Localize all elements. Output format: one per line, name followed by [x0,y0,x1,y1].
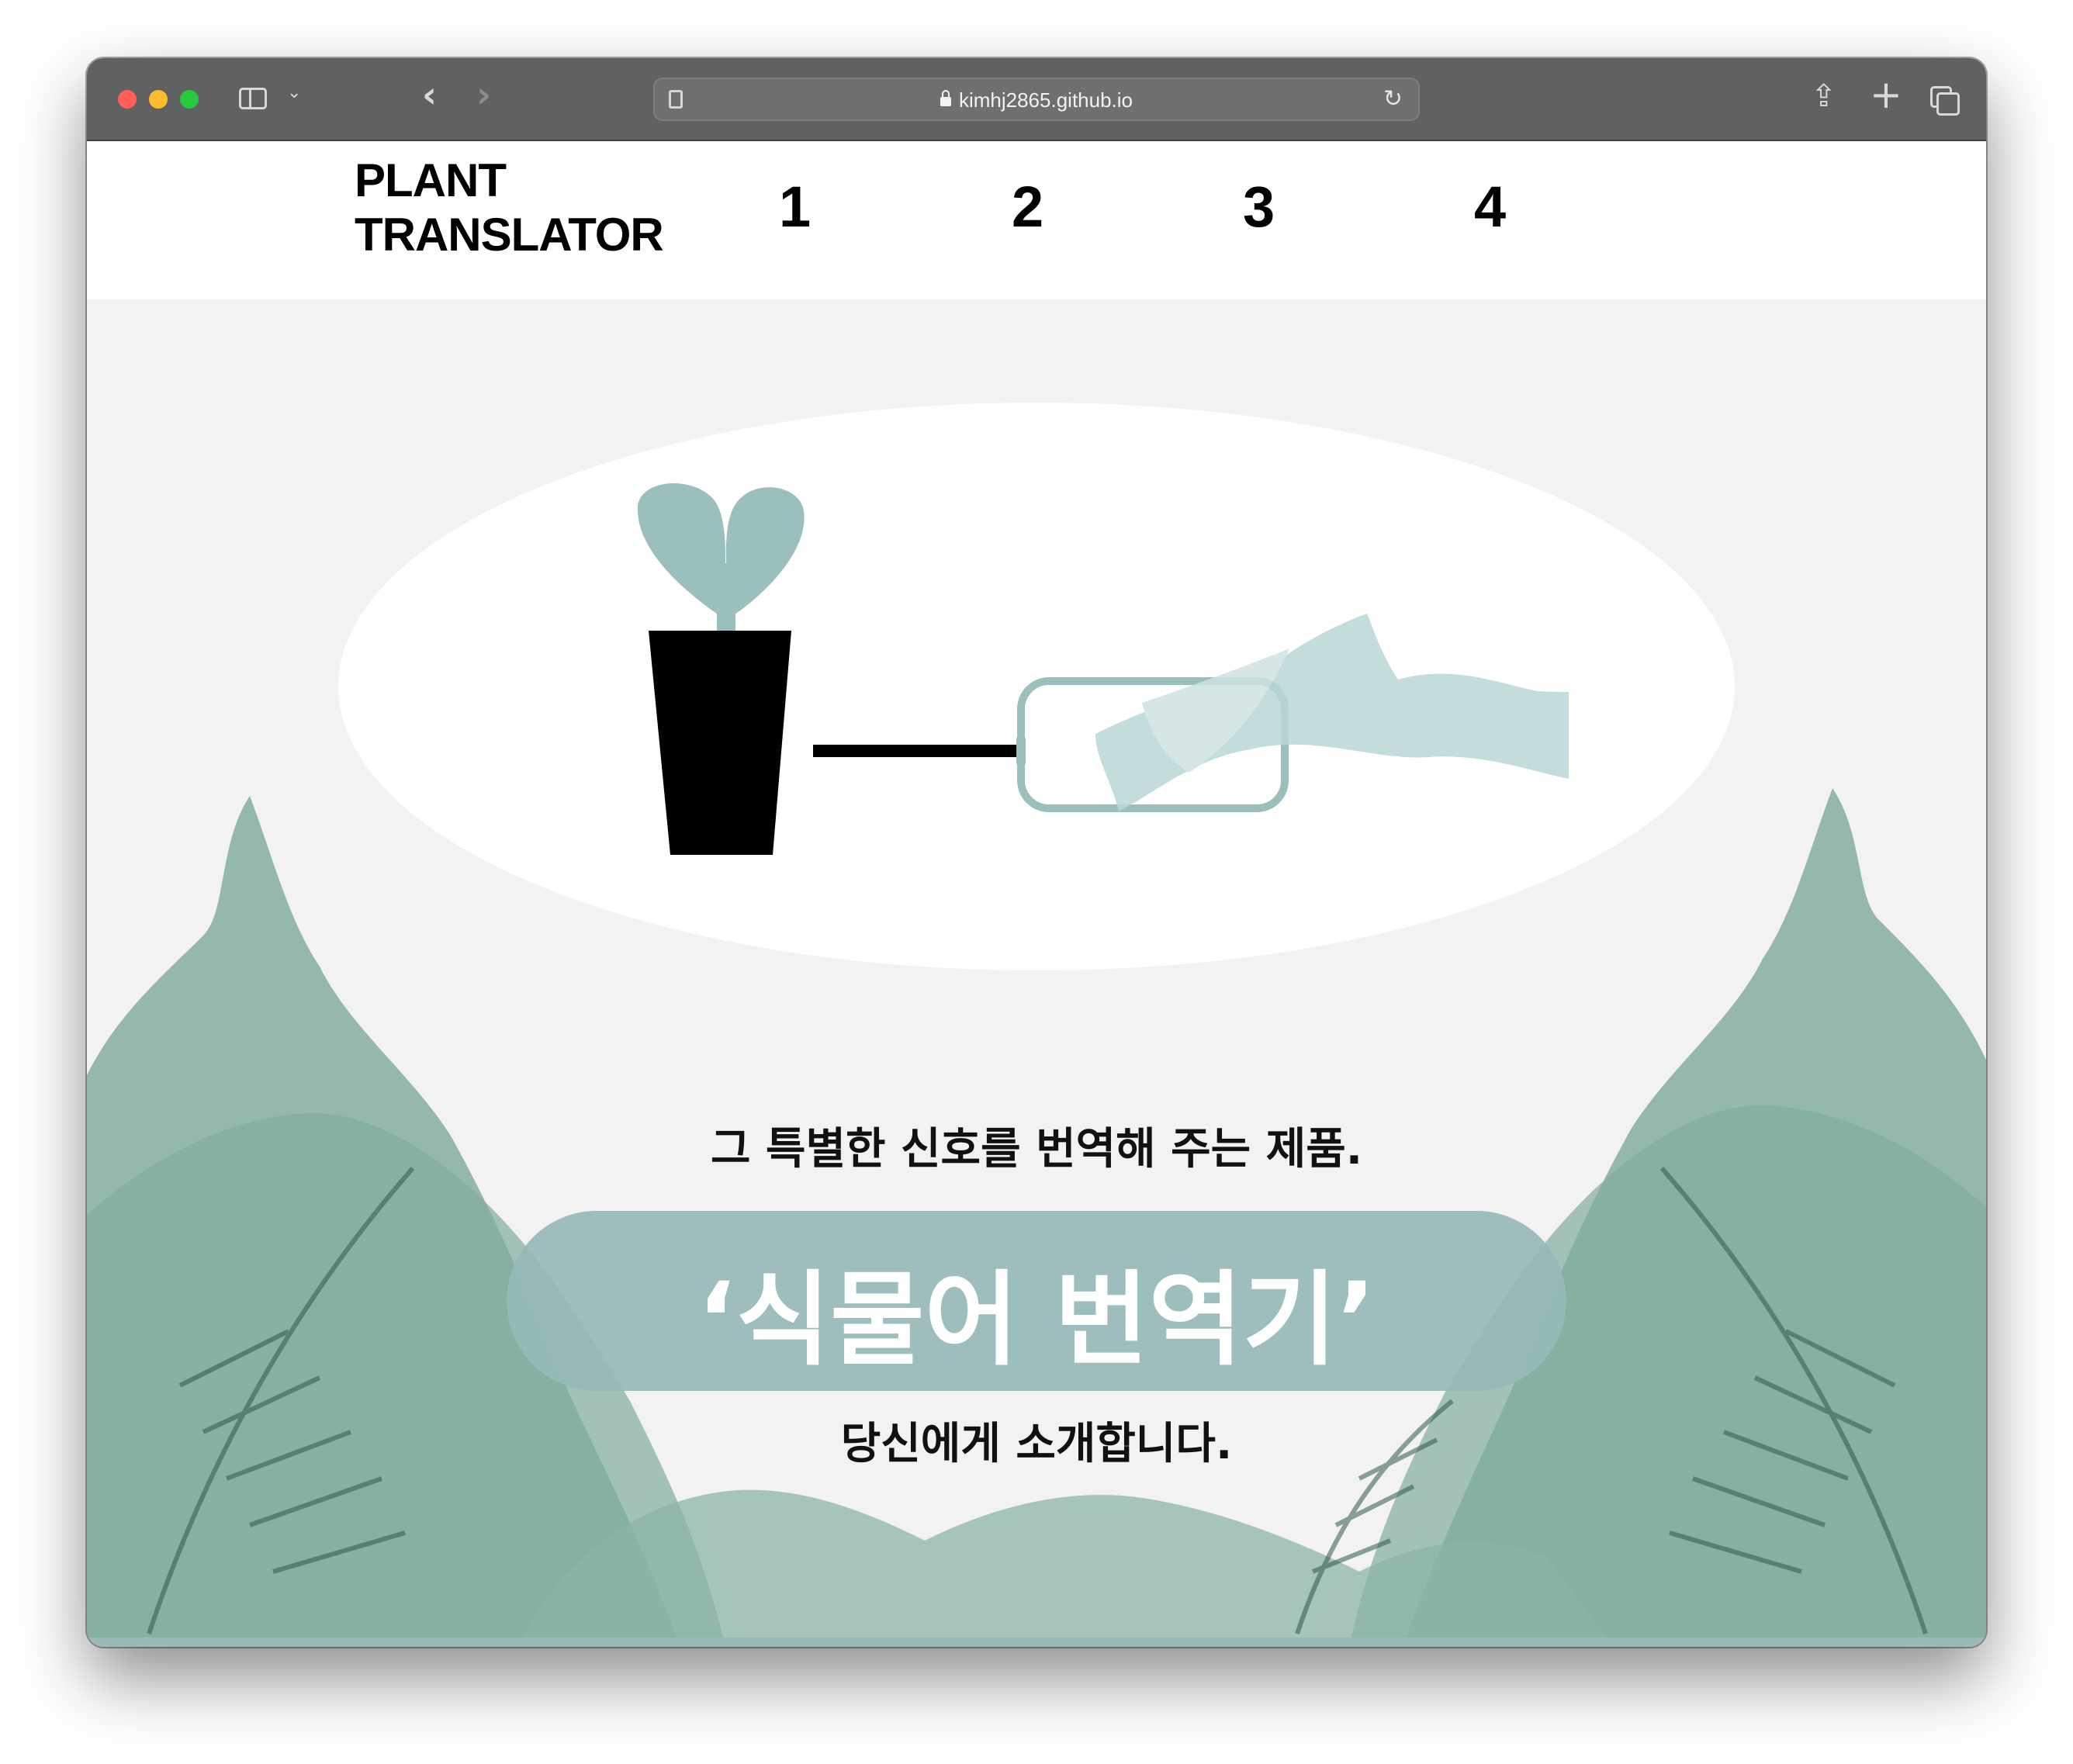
browser-window: ⌄ ‹ › kimhj2865.github.io ↻ ⇪ + PLANT TR… [87,58,1986,1647]
hero-intro: 당신에게 소개합니다. [840,1419,1233,1469]
site-logo[interactable]: PLANT TRANSLATOR [355,154,664,262]
reload-icon[interactable]: ↻ [1383,85,1403,112]
browser-titlebar: ⌄ ‹ › kimhj2865.github.io ↻ ⇪ + [87,58,1986,141]
sidebar-icon[interactable] [239,88,267,109]
nav-item-3[interactable]: 3 [1243,174,1275,240]
close-window-button[interactable] [118,90,137,109]
product-name: ‘식물어 번역기’ [697,1261,1376,1380]
url-text: kimhj2865.github.io [958,88,1133,112]
nav-item-2[interactable]: 2 [1012,174,1043,240]
tabs-icon[interactable] [1930,86,1960,116]
site-header: PLANT TRANSLATOR 1 2 3 4 [87,141,1986,299]
zoom-window-button[interactable] [180,90,199,109]
product-name-badge: ‘식물어 번역기’ [507,1211,1566,1391]
share-icon[interactable]: ⇪ [1811,78,1837,114]
url-display[interactable]: kimhj2865.github.io [655,88,1418,112]
forward-icon[interactable]: › [476,74,491,116]
nav-item-1[interactable]: 1 [779,174,811,240]
logo-line-1: PLANT [355,154,507,206]
logo-line-2: TRANSLATOR [355,209,664,261]
back-icon[interactable]: ‹ [422,74,437,116]
minimize-window-button[interactable] [149,90,168,109]
chevron-down-icon[interactable]: ⌄ [287,83,301,102]
bottom-strip [87,1638,1986,1647]
plus-icon[interactable]: + [1870,72,1902,117]
lock-icon [940,90,951,106]
hero-section: 그 특별한 신호를 번역해 주는 제품. ‘식물어 번역기’ 당신에게 소개합니… [87,299,1986,1647]
address-bar[interactable]: kimhj2865.github.io ↻ [653,78,1420,121]
hero-tagline: 그 특별한 신호를 번역해 주는 제품. [710,1124,1363,1174]
nav-item-4[interactable]: 4 [1474,174,1506,240]
